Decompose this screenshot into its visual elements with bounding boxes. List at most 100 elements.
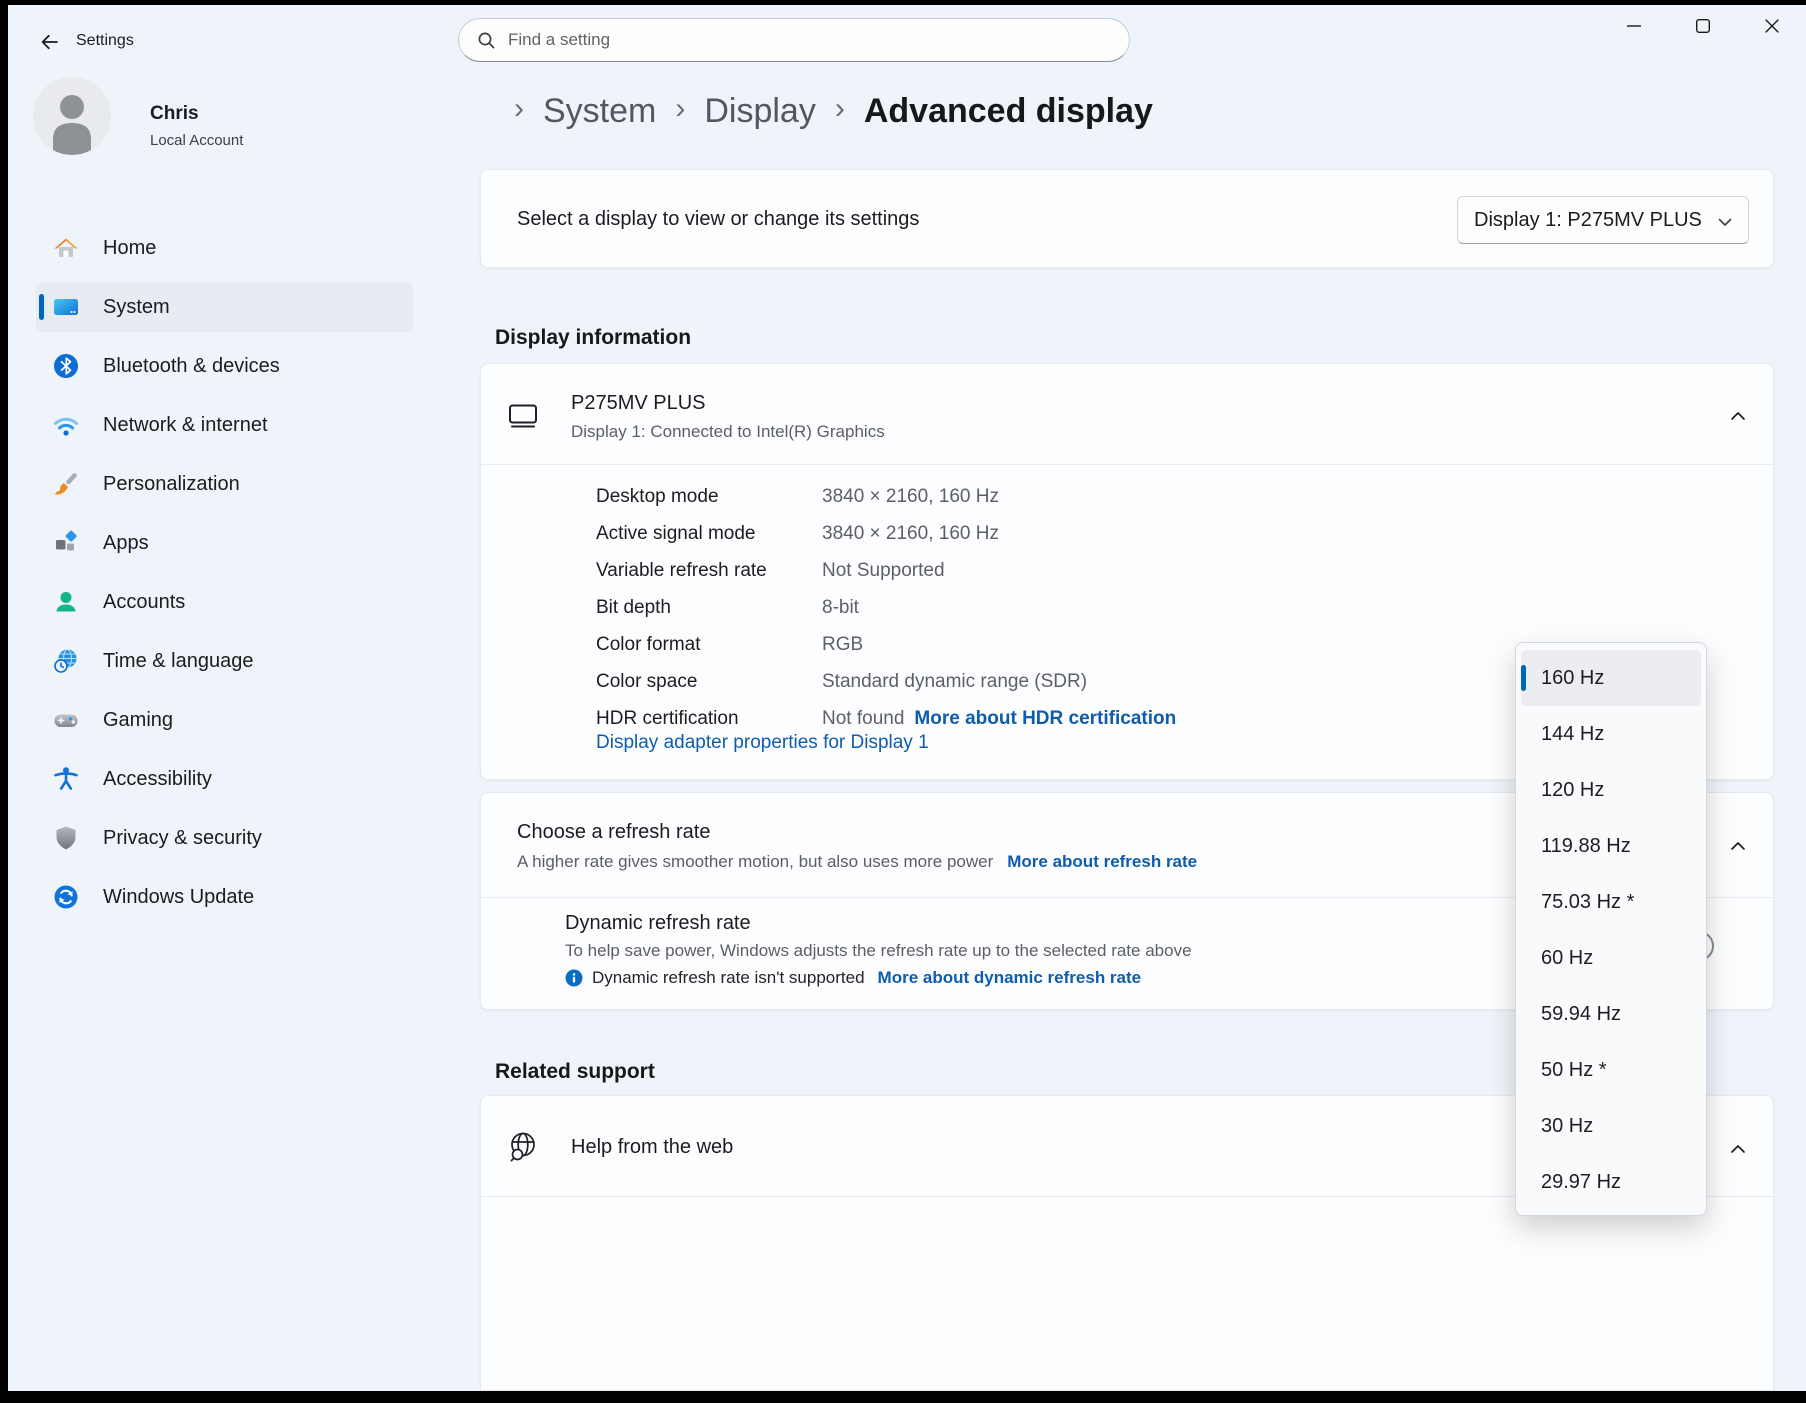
sidebar-item-label: Time & language [103, 650, 253, 673]
info-icon [565, 969, 583, 987]
sidebar-item[interactable]: Privacy & security [36, 813, 413, 863]
app-title: Settings [76, 32, 134, 50]
detail-value: Not found [822, 708, 904, 730]
sidebar-item-label: System [103, 296, 170, 319]
sidebar-item[interactable]: System [36, 282, 413, 332]
breadcrumb-chevron-icon: › [675, 92, 685, 126]
refresh-rate-option[interactable]: 160 Hz [1521, 650, 1701, 706]
refresh-rate-option[interactable]: 144 Hz [1521, 706, 1701, 762]
sidebar-item[interactable]: Bluetooth & devices [36, 341, 413, 391]
refresh-rate-option[interactable]: 59.94 Hz [1521, 986, 1701, 1042]
sidebar-item-label: Accessibility [103, 768, 212, 791]
display-selector-combobox[interactable]: Display 1: P275MV PLUS [1457, 196, 1749, 244]
globe-search-icon [505, 1129, 541, 1165]
refresh-rate-title: Choose a refresh rate [517, 821, 710, 844]
refresh-rate-option-label: 60 Hz [1541, 947, 1593, 970]
sidebar-item-label: Gaming [103, 709, 173, 732]
detail-value: 3840 × 2160, 160 Hz [822, 523, 999, 545]
detail-value: 3840 × 2160, 160 Hz [822, 486, 999, 508]
sidebar-item-label: Privacy & security [103, 827, 262, 850]
sidebar-item[interactable]: Windows Update [36, 872, 413, 922]
minimize-button[interactable] [1599, 5, 1668, 47]
breadcrumb-label[interactable]: System [543, 92, 656, 131]
refresh-rate-option[interactable]: 75.03 Hz * [1521, 874, 1701, 930]
breadcrumb-label[interactable]: Display [704, 92, 815, 131]
refresh-rate-subtitle-text: A higher rate gives smoother motion, but… [517, 852, 993, 871]
user-account-type: Local Account [150, 132, 243, 149]
dynamic-refresh-rate-status-row: Dynamic refresh rate isn't supported Mor… [565, 968, 1141, 988]
detail-row: Variable refresh rate Not Supported [596, 552, 1743, 589]
sidebar-item[interactable]: Accessibility [36, 754, 413, 804]
collapse-refresh-rate-button[interactable] [1718, 826, 1758, 866]
refresh-rate-option[interactable]: 50 Hz * [1521, 1042, 1701, 1098]
back-arrow-icon [39, 32, 60, 52]
related-support-heading: Related support [495, 1060, 655, 1084]
detail-label: Color format [596, 634, 822, 656]
sidebar-item-icon [53, 294, 79, 320]
sidebar-item[interactable]: Network & internet [36, 400, 413, 450]
back-button[interactable] [32, 25, 66, 59]
sidebar-item-label: Windows Update [103, 886, 254, 909]
close-button[interactable] [1737, 5, 1806, 47]
detail-row: Active signal mode 3840 × 2160, 160 Hz [596, 515, 1743, 552]
detail-label: Bit depth [596, 597, 822, 619]
detail-more-link[interactable]: More about HDR certification [914, 708, 1176, 730]
refresh-rate-option[interactable]: 120 Hz [1521, 762, 1701, 818]
refresh-rate-option-label: 144 Hz [1541, 723, 1604, 746]
display-selector-value: Display 1: P275MV PLUS [1474, 209, 1702, 232]
breadcrumb-segment: › System [495, 92, 656, 131]
detail-value: Not Supported [822, 560, 945, 582]
chevron-up-icon [1728, 408, 1748, 424]
more-about-refresh-rate-link[interactable]: More about refresh rate [1007, 852, 1197, 871]
sidebar-item[interactable]: Gaming [36, 695, 413, 745]
sidebar-item[interactable]: Time & language [36, 636, 413, 686]
search-icon [477, 31, 496, 50]
breadcrumb: › System › Display › Advanced display [495, 92, 1153, 131]
sidebar-item-icon [53, 589, 79, 615]
sidebar-item-label: Apps [103, 532, 149, 555]
breadcrumb-chevron-icon: › [514, 92, 524, 126]
display-information-heading: Display information [495, 326, 691, 350]
collapse-help-button[interactable] [1718, 1129, 1758, 1169]
refresh-rate-option-label: 120 Hz [1541, 779, 1604, 802]
device-name: P275MV PLUS [571, 392, 706, 415]
breadcrumb-segment: › Display [656, 92, 815, 131]
search-box[interactable] [458, 18, 1130, 62]
collapse-display-info-button[interactable] [1718, 396, 1758, 436]
breadcrumb-segment: › Advanced display [816, 92, 1153, 131]
display-adapter-properties-link[interactable]: Display adapter properties for Display 1 [596, 732, 929, 754]
maximize-button[interactable] [1668, 5, 1737, 47]
breadcrumb-label[interactable]: Advanced display [864, 92, 1153, 131]
sidebar-item-icon [53, 353, 79, 379]
sidebar-item-icon [53, 530, 79, 556]
window-controls [1599, 5, 1806, 47]
chevron-down-icon [1715, 212, 1735, 232]
more-about-dynamic-refresh-rate-link[interactable]: More about dynamic refresh rate [878, 968, 1142, 988]
refresh-rate-option-label: 29.97 Hz [1541, 1171, 1621, 1194]
sidebar-item-label: Accounts [103, 591, 185, 614]
sidebar-nav: Home System Bluetooth & devices Network … [36, 223, 413, 931]
sidebar-item[interactable]: Apps [36, 518, 413, 568]
sidebar-item[interactable]: Home [36, 223, 413, 273]
refresh-rate-option-label: 50 Hz * [1541, 1059, 1607, 1082]
refresh-rate-option-label: 160 Hz [1541, 667, 1604, 690]
user-chip: Chris Local Account [33, 77, 413, 157]
sidebar-item-label: Bluetooth & devices [103, 355, 280, 378]
maximize-icon [1694, 17, 1712, 35]
refresh-rate-option[interactable]: 119.88 Hz [1521, 818, 1701, 874]
sidebar-item-icon [53, 825, 79, 851]
close-icon [1763, 17, 1781, 35]
refresh-rate-option[interactable]: 60 Hz [1521, 930, 1701, 986]
refresh-rate-option[interactable]: 29.97 Hz [1521, 1154, 1701, 1210]
sidebar-item[interactable]: Personalization [36, 459, 413, 509]
refresh-rate-dropdown: 160 Hz 144 Hz 120 Hz 119.88 Hz 75.03 Hz … [1515, 642, 1707, 1216]
refresh-rate-option[interactable]: 30 Hz [1521, 1098, 1701, 1154]
search-input[interactable] [508, 30, 1068, 50]
sidebar-item-icon [53, 766, 79, 792]
sidebar-item-icon [53, 707, 79, 733]
dynamic-refresh-rate-status: Dynamic refresh rate isn't supported [592, 968, 865, 988]
detail-label: Color space [596, 671, 822, 693]
sidebar-item[interactable]: Accounts [36, 577, 413, 627]
refresh-rate-option-label: 59.94 Hz [1541, 1003, 1621, 1026]
refresh-rate-option-label: 119.88 Hz [1541, 835, 1631, 858]
